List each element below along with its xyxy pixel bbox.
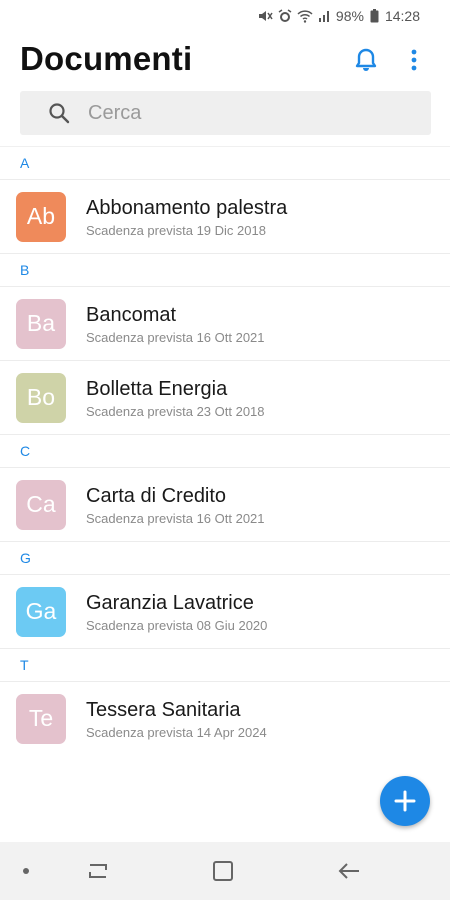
search-bar[interactable] (20, 91, 431, 135)
item-title: Bancomat (86, 303, 177, 326)
item-subtitle: Scadenza prevista 16 Ott 2021 (86, 510, 265, 526)
item-subtitle: Scadenza prevista 23 Ott 2018 (86, 403, 265, 419)
battery-icon (370, 9, 379, 23)
item-subtitle: Scadenza prevista 16 Ott 2021 (86, 329, 265, 345)
alarm-icon (278, 9, 292, 22)
recent-apps-icon[interactable] (86, 861, 110, 881)
status-bar: 98% 14:28 (0, 0, 450, 32)
search-icon (49, 103, 70, 124)
signal-icon (318, 11, 329, 22)
item-title: Carta di Credito (86, 484, 227, 507)
home-icon[interactable] (212, 860, 234, 882)
wifi-icon (297, 9, 313, 23)
item-subtitle: Scadenza prevista 19 Dic 2018 (86, 222, 266, 238)
search-input[interactable] (88, 101, 408, 125)
item-title: Tessera Sanitaria (86, 698, 241, 721)
section-header-t: T (0, 648, 450, 681)
item-subtitle: Scadenza prevista 08 Giu 2020 (86, 617, 268, 633)
list-item[interactable]: Ca Carta di Credito Scadenza prevista 16… (0, 467, 450, 541)
avatar: Ba (16, 298, 66, 349)
page-title: Documenti (20, 40, 193, 77)
documents-list: A Ab Abbonamento palestra Scadenza previ… (0, 146, 450, 755)
plus-icon (394, 790, 416, 812)
back-icon[interactable] (337, 861, 361, 881)
list-item[interactable]: Ab Abbonamento palestra Scadenza previst… (0, 179, 450, 253)
system-nav-bar (0, 842, 450, 900)
dot-icon[interactable] (23, 868, 29, 874)
mute-icon (258, 11, 273, 21)
section-header-c: C (0, 434, 450, 467)
item-title: Garanzia Lavatrice (86, 591, 254, 614)
avatar: Te (16, 693, 66, 744)
bell-icon (355, 48, 377, 71)
battery-percent: 98% (335, 8, 364, 24)
notifications-button[interactable] (352, 46, 380, 74)
item-title: Bolletta Energia (86, 377, 228, 400)
avatar: Ca (16, 479, 66, 530)
list-item[interactable]: Ba Bancomat Scadenza prevista 16 Ott 202… (0, 286, 450, 360)
more-vert-icon (411, 49, 417, 71)
item-subtitle: Scadenza prevista 14 Apr 2024 (86, 724, 267, 740)
section-header-a: A (0, 146, 450, 179)
list-item[interactable]: Ga Garanzia Lavatrice Scadenza prevista … (0, 574, 450, 648)
item-title: Abbonamento palestra (86, 196, 288, 219)
avatar: Ga (16, 586, 66, 637)
section-header-g: G (0, 541, 450, 574)
avatar: Bo (16, 372, 66, 423)
avatar: Ab (16, 191, 66, 242)
app-header: Documenti (0, 32, 450, 88)
list-item[interactable]: Te Tessera Sanitaria Scadenza prevista 1… (0, 681, 450, 755)
status-time: 14:28 (384, 8, 420, 24)
section-header-b: B (0, 253, 450, 286)
more-options-button[interactable] (402, 46, 426, 74)
add-document-button[interactable] (380, 776, 430, 826)
list-item[interactable]: Bo Bolletta Energia Scadenza prevista 23… (0, 360, 450, 434)
